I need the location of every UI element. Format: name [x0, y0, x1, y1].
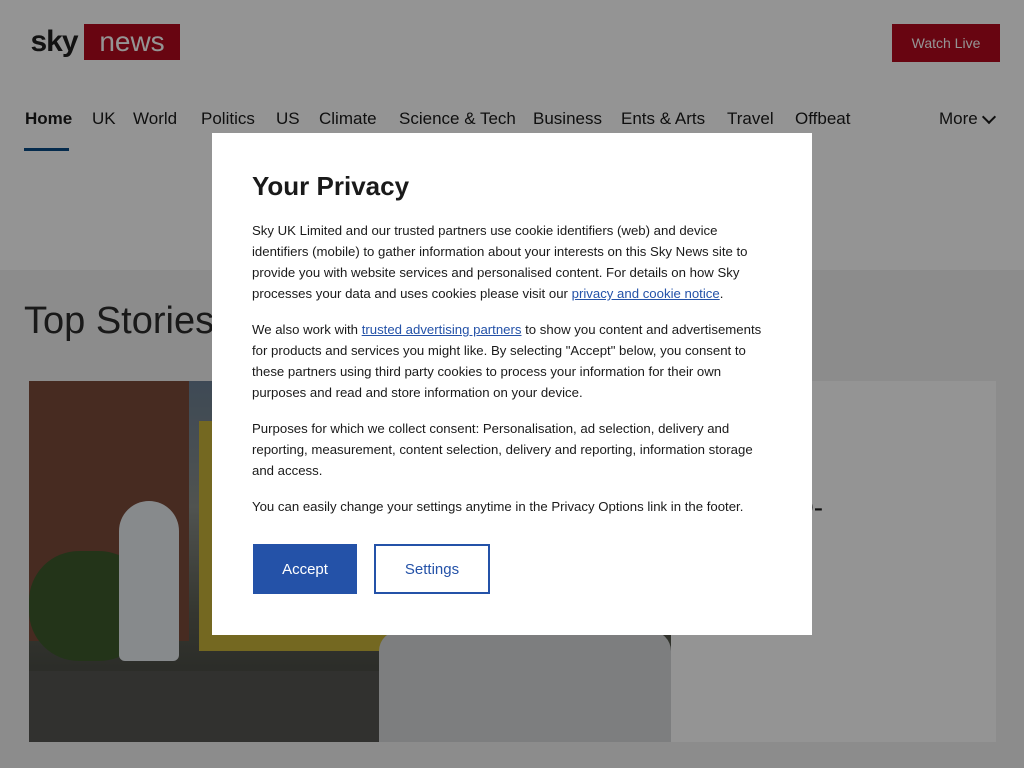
- accept-button[interactable]: Accept: [253, 544, 357, 594]
- trusted-partners-link[interactable]: trusted advertising partners: [362, 322, 522, 337]
- privacy-cookie-notice-link[interactable]: privacy and cookie notice: [572, 286, 720, 301]
- paragraph-2-text-a: We also work with: [252, 322, 362, 337]
- privacy-paragraph-1: Sky UK Limited and our trusted partners …: [252, 220, 777, 304]
- paragraph-1-text-b: .: [719, 286, 724, 301]
- privacy-paragraph-4: You can easily change your settings anyt…: [252, 499, 744, 514]
- settings-button[interactable]: Settings: [374, 544, 490, 594]
- privacy-dialog: Your Privacy Sky UK Limited and our trus…: [212, 133, 812, 635]
- dialog-title: Your Privacy: [252, 171, 410, 201]
- privacy-paragraph-3: Purposes for which we collect consent: P…: [252, 421, 753, 478]
- privacy-paragraph-2: We also work with trusted advertising pa…: [252, 319, 777, 403]
